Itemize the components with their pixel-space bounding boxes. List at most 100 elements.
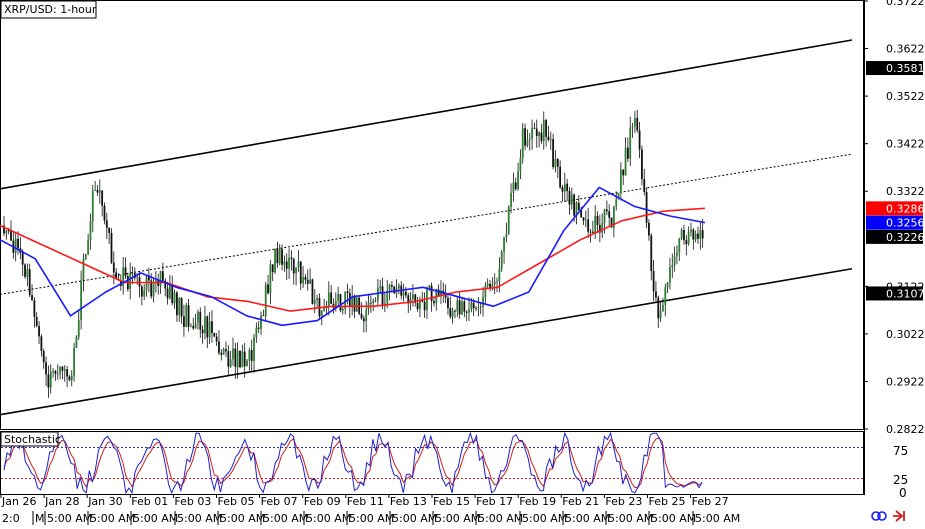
date-label: Feb 19: [519, 495, 556, 508]
candle-body: [330, 292, 333, 304]
date-label: Feb 07: [261, 495, 298, 508]
candle-body: [248, 350, 251, 361]
candle-body: [220, 352, 223, 355]
candle-body: [538, 132, 540, 137]
candle-body: [517, 171, 519, 190]
time-label: 2:0: [2, 512, 20, 525]
time-label: 5:00 AM: [47, 512, 92, 525]
price-axis: 0.37220.36220.35220.34220.33220.31220.30…: [864, 0, 925, 436]
candle-body: [14, 238, 17, 253]
candle-body: [285, 261, 288, 269]
date-label: Feb 27: [692, 495, 729, 508]
candle-body: [94, 190, 97, 191]
candle-body: [449, 308, 452, 317]
candle-body: [556, 158, 559, 167]
candle-body: [659, 310, 662, 319]
candle-body: [568, 191, 571, 205]
link-icon[interactable]: [871, 511, 887, 521]
chart-title: XRP/USD: 1-hour: [4, 3, 97, 16]
candle-body: [211, 321, 213, 333]
time-label: 5:00 AM: [263, 512, 308, 525]
candle-body: [458, 300, 461, 315]
candle-body: [692, 229, 695, 240]
candle-body: [250, 350, 253, 361]
candle-body: [49, 371, 52, 388]
candle-body: [641, 149, 643, 180]
price-tick-label: 0.2822: [886, 423, 925, 436]
candle-body: [697, 233, 699, 239]
candle-body: [379, 286, 382, 289]
candle-body: [313, 300, 316, 304]
date-label: Feb 05: [218, 495, 255, 508]
candle-body: [687, 231, 690, 244]
candle-body: [365, 309, 368, 322]
candle-body: [669, 267, 671, 283]
candle-body: [386, 291, 389, 304]
candle-body: [671, 264, 674, 268]
candle-body: [208, 321, 211, 338]
candle-body: [269, 264, 272, 294]
candle-body: [227, 351, 230, 367]
candle-body: [24, 264, 26, 277]
candle-body: [80, 280, 83, 321]
candle-body: [666, 282, 669, 288]
candle-body: [169, 285, 171, 299]
candle-body: [292, 258, 295, 274]
candle-body: [101, 190, 104, 206]
candle-body: [295, 267, 297, 274]
candle-body: [309, 279, 312, 284]
candle-body: [243, 351, 246, 367]
date-label: Feb 13: [390, 495, 427, 508]
candle-body: [374, 300, 377, 302]
candle-body: [652, 270, 655, 292]
candle-body: [566, 183, 569, 192]
candle-body: [673, 255, 676, 265]
candle-body: [112, 262, 115, 273]
candle-body: [204, 316, 206, 334]
time-label: M: [35, 512, 45, 525]
time-label: 5:00 AM: [478, 512, 523, 525]
stochastic-level-75: 75: [893, 444, 908, 458]
candle-body: [96, 190, 99, 193]
candle-body: [35, 316, 38, 326]
candle-body: [42, 351, 45, 363]
candle-body: [355, 297, 358, 312]
time-label: 5:00 AM: [435, 512, 480, 525]
candle-body: [61, 366, 64, 371]
candle-body: [143, 289, 146, 297]
time-label: 5:00 AM: [608, 512, 653, 525]
candle-body: [521, 128, 524, 158]
candle-body: [290, 257, 293, 259]
candle-body: [486, 283, 489, 286]
candle-body: [131, 273, 134, 274]
candle-body: [140, 286, 143, 297]
candle-body: [463, 301, 466, 312]
date-label: Jan 26: [1, 495, 36, 508]
candle-body: [699, 230, 702, 239]
candle-body: [465, 311, 468, 313]
candle-body: [110, 232, 113, 263]
date-label: Feb 25: [649, 495, 686, 508]
candle-body: [447, 297, 449, 309]
candle-body: [103, 205, 106, 221]
candle-body: [454, 310, 456, 312]
candle-body: [547, 136, 550, 140]
candle-body: [320, 310, 323, 317]
candle-body: [636, 117, 639, 131]
candle-body: [430, 285, 433, 302]
candle-body: [512, 182, 515, 193]
scroll-right-icon[interactable]: [893, 510, 905, 522]
candle-body: [648, 222, 650, 236]
candle-body: [70, 376, 73, 381]
candle-body: [87, 239, 90, 254]
candle-body: [75, 337, 78, 348]
time-label: 5:00 AM: [651, 512, 696, 525]
candle-body: [519, 157, 522, 172]
candle-body: [152, 281, 155, 297]
candle-body: [183, 316, 185, 327]
price-label-text: 0.3226: [886, 231, 925, 244]
candle-body: [176, 292, 178, 316]
date-label: Feb 21: [562, 495, 599, 508]
date-label: Feb 23: [605, 495, 642, 508]
time-label: 5:00 AM: [220, 512, 265, 525]
